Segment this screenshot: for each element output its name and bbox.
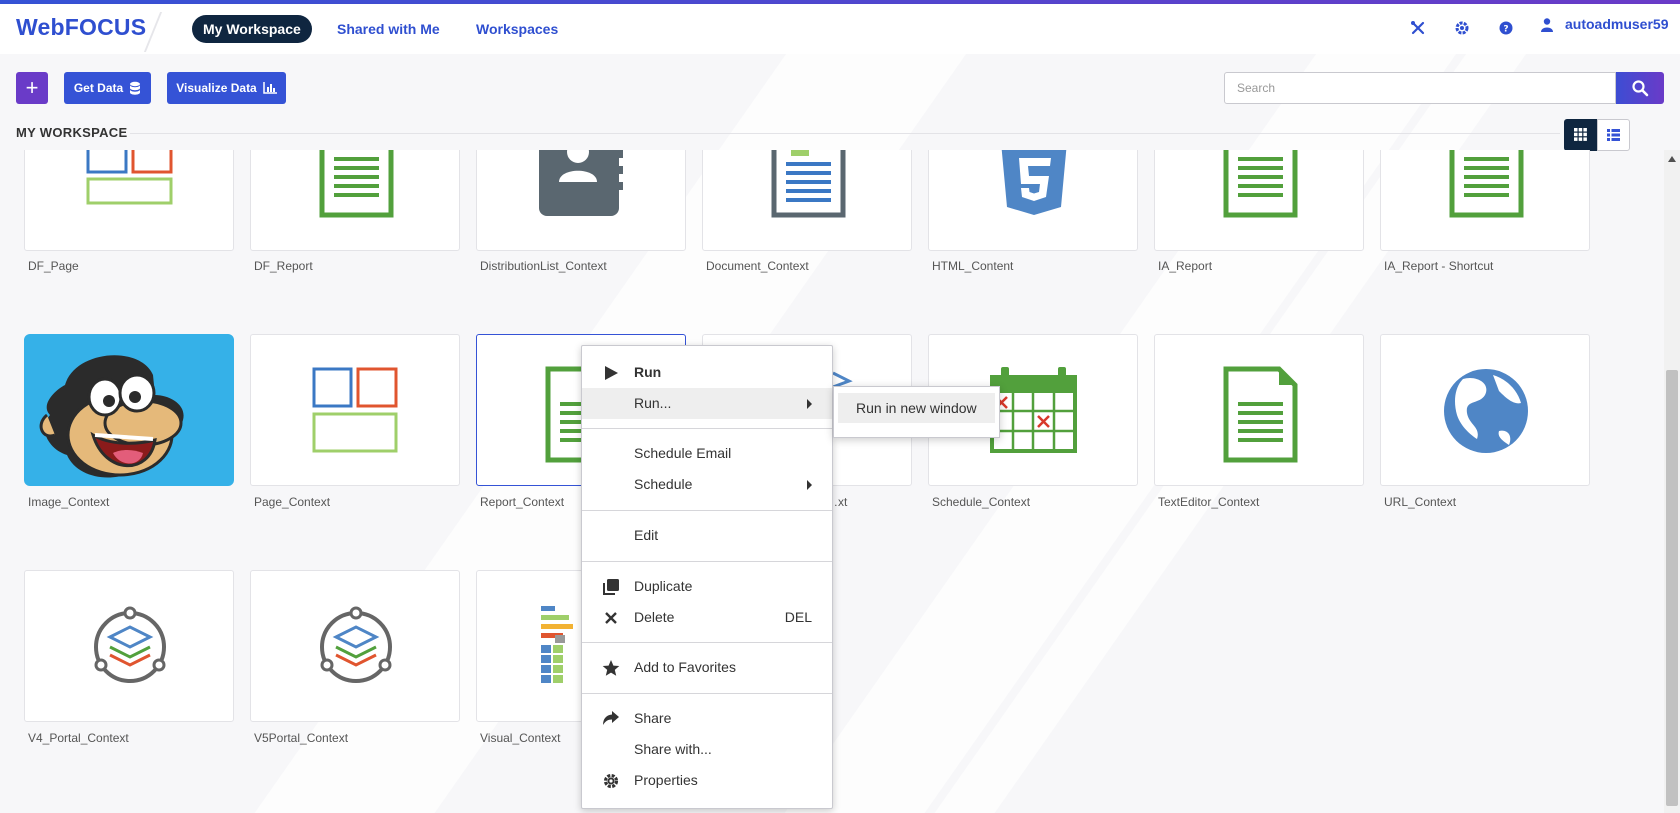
share-icon bbox=[603, 711, 619, 725]
chart-icon bbox=[262, 82, 277, 94]
scroll-up-icon[interactable] bbox=[1668, 156, 1676, 162]
menu-item-edit[interactable]: Edit bbox=[582, 520, 832, 551]
html5-icon bbox=[1001, 150, 1067, 215]
grid-item-tile[interactable] bbox=[1380, 150, 1590, 251]
section-title: MY WORKSPACE bbox=[16, 125, 128, 140]
grid-item-label[interactable]: Report_Context bbox=[480, 495, 564, 509]
chevron-right-icon bbox=[807, 480, 812, 490]
section-divider bbox=[130, 133, 1560, 134]
menu-separator bbox=[582, 693, 832, 694]
grid-item-label[interactable]: IA_Report - Shortcut bbox=[1384, 259, 1493, 273]
portal-icon bbox=[94, 606, 166, 683]
star-icon bbox=[602, 660, 620, 676]
grid-item-tile[interactable] bbox=[1154, 334, 1364, 486]
globe-icon bbox=[1444, 369, 1528, 453]
report-doc-icon bbox=[1449, 150, 1524, 218]
top-navbar: WebFOCUS My Workspace Shared with Me Wor… bbox=[0, 4, 1680, 54]
menu-item-schedule[interactable]: Schedule bbox=[582, 469, 832, 500]
monkey-image-icon bbox=[39, 355, 184, 478]
gear-icon bbox=[603, 773, 619, 789]
grid-view-toggle[interactable] bbox=[1564, 119, 1597, 151]
tab-my-workspace[interactable]: My Workspace bbox=[192, 15, 312, 43]
context-menu: Run Run... Schedule Email Schedule Edit … bbox=[581, 345, 833, 809]
grid-item-label[interactable]: Visual_Context bbox=[480, 731, 561, 745]
grid-item-label[interactable]: TextEditor_Context bbox=[1158, 495, 1259, 509]
grid-icon bbox=[1574, 128, 1587, 141]
scrollbar-thumb[interactable] bbox=[1666, 370, 1678, 806]
gear-icon[interactable] bbox=[1452, 18, 1472, 38]
chevron-right-icon bbox=[807, 399, 812, 409]
app-logo[interactable]: WebFOCUS bbox=[16, 14, 146, 41]
menu-item-share[interactable]: Share bbox=[582, 703, 832, 734]
list-view-toggle[interactable] bbox=[1597, 119, 1630, 151]
grid-item-label[interactable]: DistributionList_Context bbox=[480, 259, 607, 273]
menu-item-properties[interactable]: Properties bbox=[582, 765, 832, 796]
report-doc-icon bbox=[319, 150, 394, 218]
search-button[interactable] bbox=[1616, 72, 1664, 104]
grid-item-label[interactable]: Image_Context bbox=[28, 495, 109, 509]
menu-item-delete[interactable]: Delete DEL bbox=[582, 602, 832, 633]
menu-separator bbox=[582, 510, 832, 511]
grid-item-tile[interactable] bbox=[1154, 150, 1364, 251]
close-icon bbox=[605, 612, 617, 624]
list-icon bbox=[1607, 129, 1620, 141]
grid-item-label[interactable]: IA_Report bbox=[1158, 259, 1212, 273]
menu-item-run-submenu[interactable]: Run... bbox=[582, 388, 832, 419]
text-doc-icon bbox=[1223, 366, 1298, 463]
grid-item-label[interactable]: Schedule_Context bbox=[932, 495, 1030, 509]
grid-item-tile[interactable] bbox=[928, 150, 1138, 251]
menu-item-share-with[interactable]: Share with... bbox=[582, 734, 832, 765]
portal-icon bbox=[320, 606, 392, 683]
search-icon bbox=[1632, 80, 1649, 97]
add-button[interactable]: + bbox=[16, 72, 48, 104]
grid-item-tile[interactable] bbox=[476, 150, 686, 251]
report-doc-icon bbox=[1223, 150, 1298, 218]
tab-workspaces[interactable]: Workspaces bbox=[465, 15, 569, 43]
grid-item-label[interactable]: DF_Report bbox=[254, 259, 313, 273]
user-menu[interactable]: autoadmuser59 bbox=[1565, 16, 1668, 32]
menu-item-add-to-favorites[interactable]: Add to Favorites bbox=[582, 652, 832, 683]
menu-item-run-in-new-window[interactable]: Run in new window bbox=[838, 393, 995, 423]
run-submenu: Run in new window bbox=[833, 386, 1000, 438]
grid-item-tile[interactable] bbox=[702, 150, 912, 251]
grid-item-label[interactable]: V5Portal_Context bbox=[254, 731, 348, 745]
play-icon bbox=[605, 366, 618, 380]
logo-divider bbox=[143, 12, 163, 52]
menu-separator bbox=[582, 561, 832, 562]
svg-text:?: ? bbox=[1503, 25, 1508, 35]
help-icon[interactable]: ? bbox=[1496, 18, 1516, 38]
grid-item-label[interactable]: Document_Context bbox=[706, 259, 809, 273]
search-input[interactable]: Search bbox=[1224, 72, 1616, 104]
tab-shared-with-me[interactable]: Shared with Me bbox=[326, 15, 451, 43]
get-data-button[interactable]: Get Data bbox=[64, 72, 151, 104]
duplicate-icon bbox=[603, 579, 619, 595]
grid-item-label[interactable]: HTML_Content bbox=[932, 259, 1013, 273]
grid-item-label[interactable]: DF_Page bbox=[28, 259, 79, 273]
database-icon bbox=[130, 81, 141, 95]
grid-item-label[interactable]: Page_Context bbox=[254, 495, 330, 509]
grid-item-label[interactable]: V4_Portal_Context bbox=[28, 731, 129, 745]
document-icon bbox=[771, 150, 846, 218]
user-icon bbox=[1541, 18, 1553, 32]
grid-item-tile[interactable] bbox=[1380, 334, 1590, 486]
menu-item-schedule-email[interactable]: Schedule Email bbox=[582, 438, 832, 469]
grid-item-label[interactable]: URL_Context bbox=[1384, 495, 1456, 509]
menu-separator bbox=[582, 428, 832, 429]
grid-item-tile[interactable] bbox=[24, 150, 234, 251]
grid-item-tile[interactable] bbox=[24, 570, 234, 722]
contact-book-icon bbox=[539, 150, 623, 216]
grid-item-tile[interactable] bbox=[250, 570, 460, 722]
menu-separator bbox=[582, 642, 832, 643]
visualize-data-button[interactable]: Visualize Data bbox=[167, 72, 286, 104]
grid-item-tile[interactable] bbox=[250, 150, 460, 251]
shortcut-label: DEL bbox=[784, 609, 812, 625]
tools-icon[interactable] bbox=[1408, 18, 1428, 38]
grid-item-tile[interactable] bbox=[250, 334, 460, 486]
grid-item-tile[interactable] bbox=[24, 334, 234, 486]
page-layout-icon bbox=[312, 367, 398, 453]
menu-item-duplicate[interactable]: Duplicate bbox=[582, 571, 832, 602]
page-layout-icon bbox=[86, 150, 173, 205]
menu-item-run[interactable]: Run bbox=[582, 357, 832, 388]
